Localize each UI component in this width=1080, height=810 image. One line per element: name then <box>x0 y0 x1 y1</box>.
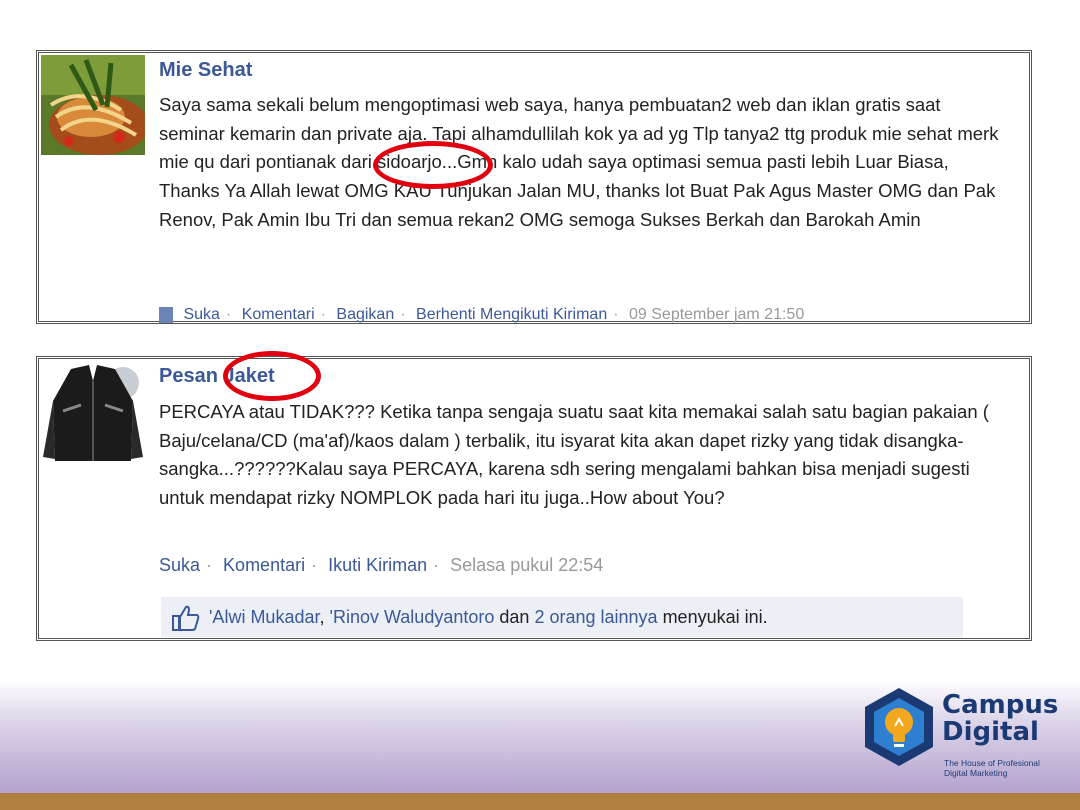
footer-bar <box>0 793 1080 810</box>
separator-comma: , <box>319 607 325 627</box>
share-link[interactable]: Bagikan <box>336 306 394 323</box>
avatar-mie-sehat[interactable] <box>41 55 145 155</box>
jacket-photo-icon <box>41 361 145 461</box>
logo-tagline: The House of Profesional Digital Marketi… <box>944 758 1040 778</box>
like-link[interactable]: Suka <box>183 306 219 323</box>
annotation-ellipse <box>373 141 493 189</box>
post-author[interactable]: Mie Sehat <box>159 59 252 82</box>
likes-suffix: menyukai ini. <box>662 607 768 627</box>
campus-digital-logo: Campus Digital The House of Profesional … <box>862 686 1072 786</box>
noodle-photo-icon <box>41 55 145 155</box>
annotation-ellipse <box>223 351 321 401</box>
thumbs-up-icon[interactable] <box>171 604 201 632</box>
app-icon <box>159 306 173 323</box>
avatar-pesan-jaket[interactable] <box>41 361 145 461</box>
liker-name[interactable]: 'Rinov Waludyantoro <box>330 607 495 627</box>
logo-line1: Campus <box>942 690 1059 720</box>
logo-wordmark: Campus Digital <box>942 692 1058 746</box>
post-mie-sehat: Mie Sehat Saya sama sekali belum mengopt… <box>36 50 1032 324</box>
lightbulb-shield-icon <box>865 688 933 766</box>
comment-link[interactable]: Komentari <box>242 306 315 323</box>
logo-tagline2: Digital Marketing <box>944 768 1008 778</box>
post-timestamp[interactable]: 09 September jam 21:50 <box>629 306 804 323</box>
post-timestamp[interactable]: Selasa pukul 22:54 <box>450 555 603 575</box>
follow-link[interactable]: Ikuti Kiriman <box>328 555 427 575</box>
like-link[interactable]: Suka <box>159 555 200 575</box>
unfollow-link[interactable]: Berhenti Mengikuti Kiriman <box>416 306 607 323</box>
likes-summary: 'Alwi Mukadar, 'Rinov Waludyantoro dan 2… <box>161 597 963 637</box>
others-link[interactable]: 2 orang lainnya <box>534 607 657 627</box>
comment-link[interactable]: Komentari <box>223 555 305 575</box>
post-pesan-jaket: Pesan Jaket PERCAYA atau TIDAK??? Ketika… <box>36 351 1032 641</box>
post-body: PERCAYA atau TIDAK??? Ketika tanpa senga… <box>159 401 989 509</box>
post-body: Saya sama sekali belum mengoptimasi web … <box>159 94 999 230</box>
and-text: dan <box>499 607 530 627</box>
post-actions: Suka · Komentari · Ikuti Kiriman · Selasa p… <box>159 555 604 575</box>
logo-line2: Digital <box>942 717 1039 747</box>
liker-name[interactable]: 'Alwi Mukadar <box>209 607 319 627</box>
post-actions: Suka · Komentari · Bagikan · Berhenti Mengi… <box>159 306 804 324</box>
logo-tagline1: The House of Profesional <box>944 758 1040 768</box>
